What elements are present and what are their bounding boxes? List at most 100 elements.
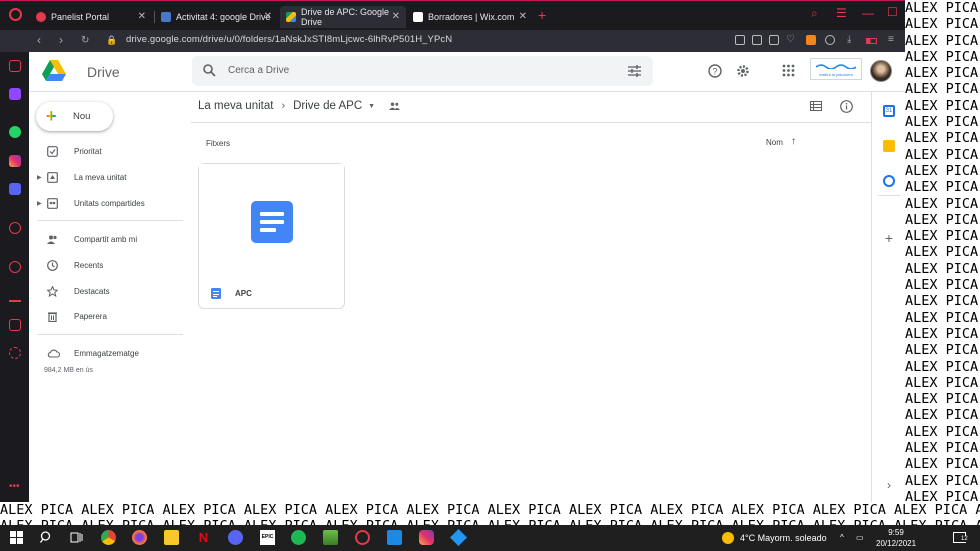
people-icon: [47, 235, 57, 244]
battery-icon[interactable]: [866, 38, 877, 44]
heart-icon[interactable]: ♡: [786, 34, 795, 45]
sort-by-name[interactable]: Nom: [766, 138, 783, 147]
player-icon[interactable]: [9, 222, 21, 234]
tab-menu-icon[interactable]: ☰: [836, 6, 847, 20]
settings-icon[interactable]: [9, 347, 21, 359]
add-addon-icon[interactable]: +: [883, 231, 895, 245]
nav-item-recent[interactable]: Recents: [29, 258, 191, 276]
history-icon[interactable]: [9, 261, 21, 273]
firefox-icon[interactable]: [132, 530, 147, 545]
nav-item-shared-drives[interactable]: ▶ Unitats compartides: [29, 196, 191, 214]
school-logo-text: institut la palomera: [819, 72, 853, 77]
nav-item-starred[interactable]: Destacats: [29, 284, 191, 302]
new-button[interactable]: + Nou: [36, 102, 113, 131]
search-tabs-icon[interactable]: ⌕: [811, 6, 818, 21]
app-title[interactable]: Drive: [87, 64, 120, 80]
tasks-icon[interactable]: [883, 175, 895, 187]
network-icon[interactable]: ▭: [856, 533, 864, 542]
minecraft-icon[interactable]: [323, 530, 338, 545]
close-tab-icon[interactable]: ✕: [138, 11, 146, 22]
download-icon[interactable]: ⤓: [847, 34, 851, 45]
clock-time: 9:59: [888, 528, 904, 537]
weather-text[interactable]: 4°C Mayorm. soleado: [740, 533, 827, 543]
app-2-icon[interactable]: [450, 529, 467, 546]
notifications-icon[interactable]: 12: [953, 532, 968, 543]
metamask-icon[interactable]: [806, 35, 816, 45]
chevron-right-icon[interactable]: ›: [883, 479, 895, 491]
easy-setup-icon[interactable]: ≡: [888, 34, 894, 45]
netflix-icon[interactable]: N: [196, 530, 211, 545]
search-input[interactable]: Cerca a Drive: [192, 56, 653, 86]
nav-item-my-drive[interactable]: ▶ La meva unitat: [29, 170, 191, 188]
chrome-icon[interactable]: [101, 530, 116, 545]
close-tab-icon[interactable]: ✕: [264, 11, 272, 22]
back-icon[interactable]: ‹: [37, 33, 41, 47]
file-explorer-icon[interactable]: [164, 530, 179, 545]
school-logo[interactable]: institut la palomera: [810, 58, 862, 80]
search-icon[interactable]: [39, 530, 54, 545]
search-icon[interactable]: [203, 64, 216, 77]
nav-item-priority[interactable]: Prioritat: [29, 144, 191, 162]
chevron-down-icon[interactable]: ▼: [368, 103, 375, 110]
spotify-icon[interactable]: [291, 530, 306, 545]
clock[interactable]: 9:59 20/12/2021: [876, 527, 916, 549]
apps-grid-icon[interactable]: [782, 64, 795, 77]
nav-item-shared-with-me[interactable]: Compartit amb mi: [29, 232, 191, 250]
file-card[interactable]: APC: [198, 163, 345, 309]
tray-chevron-up-icon[interactable]: ^: [840, 533, 844, 542]
snapshot-icon[interactable]: [752, 35, 762, 45]
expand-caret-icon[interactable]: ▶: [37, 174, 42, 181]
trash-icon: [48, 312, 57, 322]
opera-gx-icon[interactable]: [355, 530, 370, 545]
whatsapp-icon[interactable]: [9, 126, 21, 138]
instagram-icon[interactable]: [419, 530, 434, 545]
sort-direction-icon[interactable]: ↑: [791, 136, 796, 147]
instagram-icon[interactable]: [9, 155, 21, 167]
twitch-icon[interactable]: [9, 88, 21, 100]
close-tab-icon[interactable]: ✕: [519, 11, 527, 22]
tab-activitat[interactable]: Activitat 4: google Drive ✕: [155, 6, 278, 28]
breadcrumb-current[interactable]: Drive de APC: [293, 100, 362, 112]
windows-start-icon[interactable]: [9, 530, 24, 545]
info-icon[interactable]: [840, 100, 853, 113]
tab-panelist-portal[interactable]: Panelist Portal ✕: [30, 6, 152, 28]
share-page-icon[interactable]: [735, 35, 745, 45]
url-field[interactable]: drive.google.com/drive/u/0/folders/1aNsk…: [126, 34, 452, 45]
forward-icon[interactable]: ›: [59, 33, 63, 47]
tab-wix[interactable]: Borradores | Wix.com ✕: [407, 6, 533, 28]
more-icon[interactable]: •••: [9, 482, 21, 496]
breadcrumb-root[interactable]: La meva unitat: [198, 100, 273, 112]
app-icon[interactable]: [387, 530, 402, 545]
extension-icon[interactable]: [825, 35, 835, 45]
my-drive-icon: [47, 172, 58, 183]
calendar-icon[interactable]: 31: [883, 105, 895, 117]
keep-icon[interactable]: [883, 140, 895, 152]
discord-icon[interactable]: [228, 530, 243, 545]
tab-drive-apc[interactable]: Drive de APC: Google Drive ✕: [280, 6, 406, 28]
minimize-icon[interactable]: —: [862, 6, 874, 20]
reload-icon[interactable]: ↻: [81, 35, 89, 46]
user-avatar[interactable]: [870, 60, 892, 82]
nav-item-storage[interactable]: Emmagatzematge: [29, 346, 191, 364]
downloads-icon[interactable]: [9, 290, 21, 302]
filter-options-icon[interactable]: [628, 65, 641, 77]
task-view-icon[interactable]: [69, 530, 84, 545]
close-tab-icon[interactable]: ✕: [392, 11, 400, 22]
shared-folder-icon[interactable]: [389, 102, 401, 110]
opera-logo-icon[interactable]: [9, 8, 22, 21]
extensions-sidebar-icon[interactable]: [9, 319, 21, 331]
maximize-icon[interactable]: ☐: [887, 5, 898, 19]
breadcrumb: La meva unitat › Drive de APC ▼: [198, 100, 401, 112]
side-panel: 31 + ›: [871, 92, 905, 502]
nav-item-trash[interactable]: Paperera: [29, 309, 191, 327]
epic-games-icon[interactable]: EPIC: [260, 530, 275, 545]
expand-caret-icon[interactable]: ▶: [37, 200, 42, 207]
new-tab-button[interactable]: +: [538, 7, 546, 23]
discord-icon[interactable]: [9, 183, 21, 195]
settings-gear-icon[interactable]: [736, 64, 750, 78]
extensions-icon[interactable]: [769, 35, 779, 45]
help-icon[interactable]: ?: [708, 64, 722, 78]
drive-logo-icon[interactable]: [42, 60, 66, 82]
gamepad-icon[interactable]: [9, 60, 21, 72]
list-view-icon[interactable]: [810, 101, 822, 111]
